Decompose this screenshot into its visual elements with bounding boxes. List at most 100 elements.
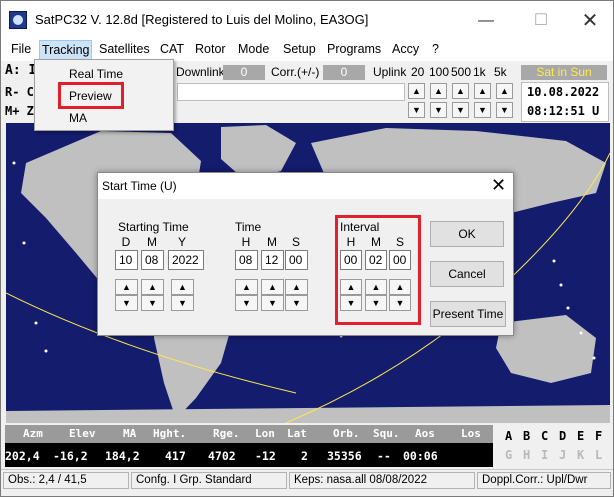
starting-month-label: M xyxy=(147,235,157,249)
keps-info: Keps: nasa.all 08/08/2022 xyxy=(289,472,475,489)
time-hour-up-button[interactable]: ▲ xyxy=(235,279,258,295)
tune-up-button-1[interactable]: ▲ xyxy=(408,83,425,99)
dialog-close-button[interactable]: ✕ xyxy=(491,175,506,196)
starting-year-field[interactable]: 2022 xyxy=(168,250,204,270)
time-minute-label: M xyxy=(267,235,277,249)
starting-day-down-button[interactable]: ▼ xyxy=(115,295,138,311)
tracking-data-header: Azm Elev MA Hght. Rge. Lon Lat Orb. Squ.… xyxy=(5,425,493,443)
menu-file[interactable]: File xyxy=(9,42,33,56)
tune-up-button-4[interactable]: ▲ xyxy=(474,83,491,99)
header-range: Rge. xyxy=(213,427,240,440)
value-lon: -12 xyxy=(255,449,276,463)
window-title: SatPC32 V. 12.8d [Registered to Luis del… xyxy=(35,12,369,27)
tune-down-button-1[interactable]: ▼ xyxy=(408,102,425,118)
starting-day-field[interactable]: 10 xyxy=(115,250,138,270)
menu-programs[interactable]: Programs xyxy=(325,42,383,56)
time-hour-down-button[interactable]: ▼ xyxy=(235,295,258,311)
starting-time-title: Starting Time xyxy=(118,220,189,234)
tune-down-button-5[interactable]: ▼ xyxy=(496,102,513,118)
app-icon xyxy=(9,11,27,29)
minimize-button[interactable]: — xyxy=(463,7,509,35)
selector-d[interactable]: D xyxy=(559,429,566,443)
starting-month-up-button[interactable]: ▲ xyxy=(141,279,164,295)
starting-year-up-button[interactable]: ▲ xyxy=(171,279,194,295)
time-second-field[interactable]: 00 xyxy=(285,250,308,270)
tune-down-button-3[interactable]: ▼ xyxy=(452,102,469,118)
menu-cat[interactable]: CAT xyxy=(158,42,186,56)
time-minute-down-button[interactable]: ▼ xyxy=(261,295,284,311)
time-second-down-button[interactable]: ▼ xyxy=(285,295,308,311)
selector-f[interactable]: F xyxy=(595,429,602,443)
sun-status-badge: Sat in Sun xyxy=(521,65,607,80)
menu-item-real-time[interactable]: Real Time xyxy=(69,67,123,81)
selector-b[interactable]: B xyxy=(523,429,530,443)
menu-bar: File Tracking Satellites CAT Rotor Mode … xyxy=(1,39,613,61)
starting-month-down-button[interactable]: ▼ xyxy=(141,295,164,311)
menu-mode[interactable]: Mode xyxy=(236,42,271,56)
status-bar: Obs.: 2,4 / 41,5 Confg. I Grp. Standard … xyxy=(1,469,613,496)
selector-g[interactable]: G xyxy=(505,448,512,462)
present-time-button[interactable]: Present Time xyxy=(430,301,506,327)
uplink-label: Uplink xyxy=(373,65,407,79)
header-orbit: Orb. xyxy=(333,427,360,440)
time-hour-field[interactable]: 08 xyxy=(235,250,258,270)
selector-i[interactable]: I xyxy=(541,448,548,462)
time-minute-up-button[interactable]: ▲ xyxy=(261,279,284,295)
starting-month-field[interactable]: 08 xyxy=(141,250,164,270)
menu-tracking[interactable]: Tracking xyxy=(39,40,93,60)
config-group: Confg. I Grp. Standard xyxy=(131,472,287,489)
header-lat: Lat xyxy=(287,427,307,440)
value-range: 4702 xyxy=(208,449,236,463)
tune-up-button-5[interactable]: ▲ xyxy=(496,83,513,99)
selector-k[interactable]: K xyxy=(577,448,584,462)
menu-help[interactable]: ? xyxy=(430,42,441,56)
header-los: Los xyxy=(461,427,481,440)
step-1k[interactable]: 1k xyxy=(473,65,486,79)
current-time: 08:12:51 U xyxy=(527,104,600,118)
header-azm: Azm xyxy=(23,427,43,440)
correction-value: 0 xyxy=(323,65,365,80)
step-5k[interactable]: 5k xyxy=(494,65,507,79)
cancel-button[interactable]: Cancel xyxy=(430,261,504,287)
step-20[interactable]: 20 xyxy=(411,65,424,79)
selector-h[interactable]: H xyxy=(523,448,530,462)
downlink-value: 0 xyxy=(223,65,265,80)
starting-day-up-button[interactable]: ▲ xyxy=(115,279,138,295)
doppler-correction: Doppl.Corr.: Upl/Dwr xyxy=(477,472,611,489)
selector-l[interactable]: L xyxy=(595,448,602,462)
current-date: 10.08.2022 xyxy=(527,85,600,99)
selector-c[interactable]: C xyxy=(541,429,548,443)
title-bar: SatPC32 V. 12.8d [Registered to Luis del… xyxy=(1,1,613,39)
menu-setup[interactable]: Setup xyxy=(281,42,318,56)
correction-label: Corr.(+/-) xyxy=(271,65,320,79)
header-squint: Squ. xyxy=(373,427,400,440)
tune-up-button-3[interactable]: ▲ xyxy=(452,83,469,99)
value-lat: 2 xyxy=(301,449,308,463)
header-aos: Aos xyxy=(415,427,435,440)
ok-button[interactable]: OK xyxy=(430,221,504,247)
menu-accy[interactable]: Accy xyxy=(390,42,421,56)
time-second-up-button[interactable]: ▲ xyxy=(285,279,308,295)
dialog-title: Start Time (U) xyxy=(102,179,177,193)
selector-j[interactable]: J xyxy=(559,448,566,462)
menu-item-ma[interactable]: MA xyxy=(69,111,87,125)
rotor-status-text: R- C xyxy=(5,85,34,99)
time-minute-field[interactable]: 12 xyxy=(261,250,284,270)
time-second-label: S xyxy=(291,235,300,249)
step-500[interactable]: 500 xyxy=(451,65,471,79)
menu-rotor[interactable]: Rotor xyxy=(193,42,228,56)
starting-year-down-button[interactable]: ▼ xyxy=(171,295,194,311)
tune-down-button-2[interactable]: ▼ xyxy=(430,102,447,118)
header-height: Hght. xyxy=(153,427,187,440)
tune-up-button-2[interactable]: ▲ xyxy=(430,83,447,99)
dialog-title-bar: Start Time (U) ✕ xyxy=(98,173,513,199)
maximize-button[interactable]: ☐ xyxy=(518,7,564,35)
selector-e[interactable]: E xyxy=(577,429,584,443)
value-aos: 00:06 xyxy=(403,449,438,463)
tune-down-button-4[interactable]: ▼ xyxy=(474,102,491,118)
selector-a[interactable]: A xyxy=(505,429,512,443)
observer-position: Obs.: 2,4 / 41,5 xyxy=(3,472,129,489)
step-100[interactable]: 100 xyxy=(429,65,449,79)
close-button[interactable]: ✕ xyxy=(567,7,613,35)
menu-satellites[interactable]: Satellites xyxy=(97,42,152,56)
